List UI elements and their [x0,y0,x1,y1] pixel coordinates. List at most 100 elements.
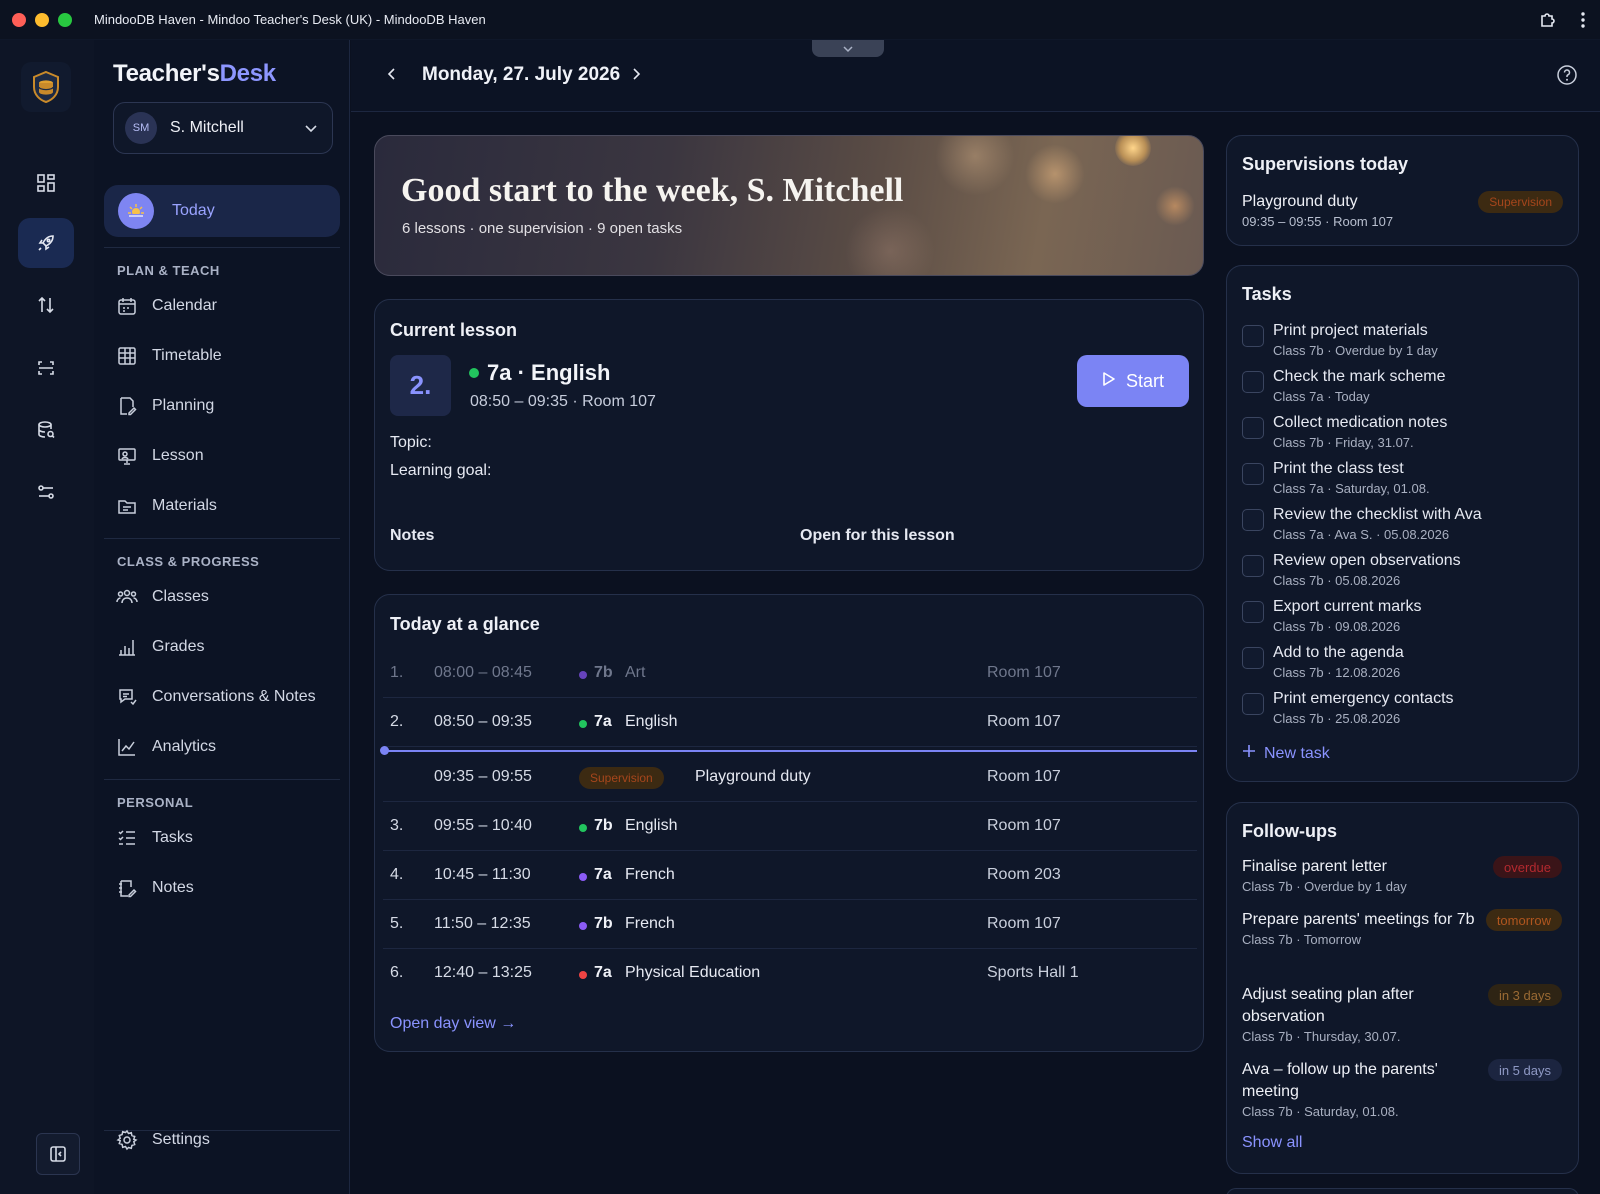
follow-up-item[interactable]: Finalise parent letter Class 7b · Overdu… [1242,856,1562,894]
nav-conversations-notes[interactable]: Conversations & Notes [116,679,342,715]
play-icon [1102,371,1116,392]
status-dot [579,671,587,679]
scan-icon[interactable] [18,343,74,393]
schedule-row[interactable]: 3. 09:55 – 10:40 7b English Room 107 [383,802,1197,851]
open-day-view-link[interactable]: Open day view → [390,1015,516,1033]
folder-icon [116,495,138,517]
current-date: Monday, 27. July 2026 [422,64,621,85]
app-logo [21,62,71,112]
nav-materials[interactable]: Materials [116,488,342,524]
planning-icon [116,395,138,417]
task-item: Collect medication notes Class 7b · Frid… [1242,414,1562,460]
notes-label: Notes [390,527,435,544]
follow-up-item[interactable]: Ava – follow up the parents' meeting Cla… [1242,1059,1562,1119]
schedule-row[interactable]: 1. 08:00 – 08:45 7b Art Room 107 [383,649,1197,698]
nav-calendar[interactable]: Calendar [116,288,342,324]
lesson-number: 2. [390,355,451,416]
minimize-window-button[interactable] [35,12,49,27]
database-search-icon[interactable] [18,405,74,455]
help-icon[interactable] [1556,64,1578,91]
user-select[interactable]: SM S. Mitchell [113,102,333,154]
icon-rail [0,40,94,1194]
chevron-down-icon [304,121,318,140]
plus-icon [1242,744,1256,763]
open-notes-link[interactable]: Open for this lesson [800,527,955,545]
line-chart-icon [116,736,138,758]
nav-notes[interactable]: Notes [116,870,342,906]
rocket-icon[interactable] [18,218,74,268]
nav-grades[interactable]: Grades [116,629,342,665]
section-personal: PERSONAL [117,795,194,810]
more-menu-icon[interactable] [1580,11,1586,29]
task-checkbox[interactable] [1242,417,1264,439]
extension-icon[interactable] [1538,10,1558,30]
divider [104,779,340,780]
current-lesson-card: Current lesson 2. 7a · English 08:50 – 0… [374,299,1204,571]
lesson-name: 7a · English [487,360,611,385]
brand-logo-text: Teacher'sDesk [113,60,276,87]
section-plan-teach: PLAN & TEACH [117,263,220,278]
pull-down-handle[interactable] [812,40,884,57]
new-task-button[interactable]: New task [1242,744,1330,763]
glance-title: Today at a glance [390,614,540,634]
task-checkbox[interactable] [1242,555,1264,577]
nav-planning[interactable]: Planning [116,388,342,424]
divider [104,247,340,248]
schedule-row[interactable]: 4. 10:45 – 11:30 7a French Room 203 [383,851,1197,900]
follow-up-item[interactable]: Adjust seating plan after observation Cl… [1242,984,1562,1044]
task-checkbox[interactable] [1242,647,1264,669]
task-item: Review open observations Class 7b · 05.0… [1242,552,1562,598]
task-item: Print project materials Class 7b · Overd… [1242,322,1562,368]
show-all-link[interactable]: Show all [1242,1134,1302,1152]
chat-icon [116,686,138,708]
sunrise-icon [118,193,154,229]
tasks-title: Tasks [1242,284,1292,304]
status-badge: in 5 days [1487,1059,1562,1081]
task-checkbox[interactable] [1242,463,1264,485]
schedule-row[interactable]: 5. 11:50 – 12:35 7b French Room 107 [383,900,1197,949]
close-window-button[interactable] [12,12,26,27]
nav-today[interactable]: Today [104,185,340,237]
schedule-row[interactable]: 2. 08:50 – 09:35 7a English Room 107 [383,698,1197,747]
learning-goal-label: Learning goal: [390,462,492,479]
greeting-title: Good start to the week, S. Mitchell [401,172,904,209]
avatar: SM [125,112,157,144]
schedule-row[interactable]: 09:35 – 09:55 Supervision Playground dut… [383,753,1197,802]
follow-ups-card: Follow-ups Finalise parent letter Class … [1226,802,1579,1174]
task-checkbox[interactable] [1242,325,1264,347]
sliders-icon[interactable] [18,467,74,517]
nav-timetable[interactable]: Timetable [116,338,342,374]
nav-settings[interactable]: Settings [116,1122,342,1158]
nav-today-label: Today [172,202,215,219]
nav-tasks[interactable]: Tasks [116,820,342,856]
window-titlebar: MindooDB Haven - Mindoo Teacher's Desk (… [0,0,1600,40]
task-checkbox[interactable] [1242,371,1264,393]
task-checkbox[interactable] [1242,693,1264,715]
nav-lesson[interactable]: Lesson [116,438,342,474]
sync-arrows-icon[interactable] [18,280,74,330]
task-checkbox[interactable] [1242,601,1264,623]
nav-analytics[interactable]: Analytics [116,729,342,765]
supervision-badge: Supervision [1478,191,1563,213]
nav-classes[interactable]: Classes [116,579,342,615]
schedule-row[interactable]: 6. 12:40 – 13:25 7a Physical Education S… [383,949,1197,998]
status-dot [579,971,587,979]
window-title: MindooDB Haven - Mindoo Teacher's Desk (… [94,12,486,27]
dashboard-icon[interactable] [18,158,74,208]
chevron-right-icon[interactable] [629,66,643,87]
sidebar: Teacher'sDesk SM S. Mitchell Today PLAN … [94,40,350,1194]
follow-up-item[interactable]: Prepare parents' meetings for 7b Class 7… [1242,909,1562,947]
supervision-name[interactable]: Playground duty [1242,193,1358,211]
today-at-a-glance-card: Today at a glance 1. 08:00 – 08:45 7b Ar… [374,594,1204,1052]
greeting-subtitle: 6 lessons · one supervision · 9 open tas… [402,220,683,237]
user-name: S. Mitchell [170,119,244,136]
gear-icon [116,1129,138,1151]
task-item: Print the class test Class 7a · Saturday… [1242,460,1562,506]
task-item: Review the checklist with Ava Class 7a ·… [1242,506,1562,552]
start-lesson-button[interactable]: Start [1077,355,1189,407]
chevron-left-icon[interactable] [385,66,399,87]
task-checkbox[interactable] [1242,509,1264,531]
follow-ups-title: Follow-ups [1242,821,1337,841]
maximize-window-button[interactable] [58,12,72,27]
collapse-sidebar-icon[interactable] [36,1133,80,1175]
